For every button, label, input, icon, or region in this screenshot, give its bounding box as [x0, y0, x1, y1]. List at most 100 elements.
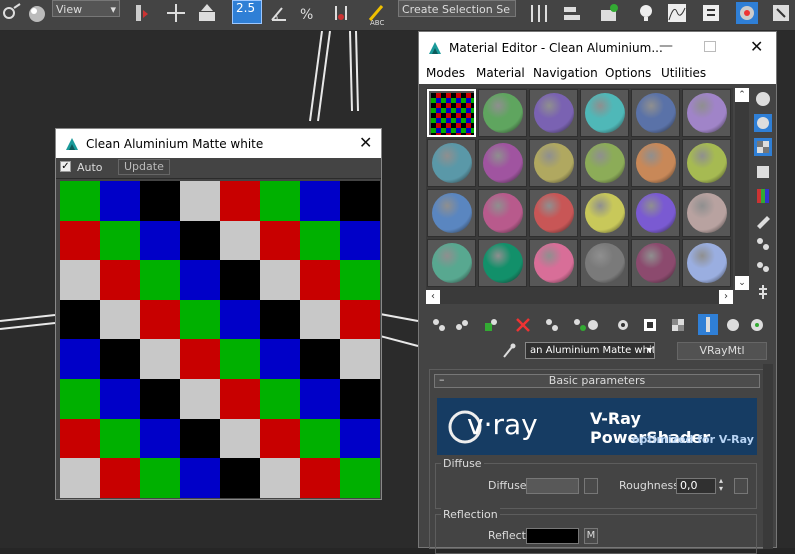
close-icon[interactable]: ✕ [750, 37, 763, 56]
checker-cell [60, 220, 100, 261]
roughness-map-button[interactable] [734, 478, 748, 494]
menu-material[interactable]: Material [476, 66, 525, 80]
show-end-result-icon[interactable] [670, 317, 686, 333]
collapse-minus-icon[interactable]: – [439, 374, 445, 386]
slots-vertical-scrollbar[interactable]: ⌃ ⌄ [735, 88, 749, 290]
minimize-icon[interactable]: — [659, 38, 673, 54]
get-material-icon[interactable] [431, 317, 447, 333]
menu-modes[interactable]: Modes [426, 66, 465, 80]
copy-material-icon[interactable] [544, 317, 560, 333]
backlight-icon[interactable] [754, 114, 772, 132]
material-slot[interactable] [682, 189, 731, 237]
go-forward-sibling-icon[interactable] [725, 317, 741, 333]
move-crosshair-icon[interactable] [165, 2, 187, 24]
sample-type-icon[interactable] [754, 90, 772, 108]
material-editor-icon[interactable] [736, 2, 758, 24]
diffuse-color-swatch[interactable] [526, 478, 579, 494]
rollout-header[interactable]: – Basic parameters [434, 374, 760, 388]
material-slot[interactable] [682, 239, 731, 287]
make-preview-icon[interactable] [754, 211, 772, 229]
material-map-navigator-icon[interactable] [754, 283, 772, 301]
mirror-icon[interactable] [528, 2, 550, 24]
diffuse-map-button[interactable] [584, 478, 598, 494]
pick-material-icon[interactable] [749, 317, 765, 333]
align-icon[interactable] [561, 2, 583, 24]
background-checker-icon[interactable] [754, 138, 772, 156]
material-slot[interactable] [631, 89, 680, 137]
material-id-icon[interactable] [615, 317, 631, 333]
material-slot[interactable] [427, 139, 476, 187]
assign-material-icon[interactable] [483, 317, 499, 333]
sample-uv-tiling-icon[interactable] [754, 163, 772, 181]
material-slot[interactable] [478, 239, 527, 287]
schematic-view-icon[interactable] [700, 2, 722, 24]
select-link-icon[interactable] [0, 2, 22, 24]
preview-titlebar[interactable]: Clean Aluminium Matte white ✕ [56, 129, 381, 158]
auto-checkbox[interactable]: ✓ [60, 161, 71, 172]
percent-snap-icon[interactable]: % [298, 2, 320, 24]
chevron-down-icon[interactable]: ▾ [647, 343, 652, 358]
material-slot[interactable] [682, 139, 731, 187]
angle-snap-icon[interactable] [268, 2, 290, 24]
update-button[interactable]: Update [118, 159, 170, 175]
reference-coordinate-select[interactable]: View ▾ [52, 0, 120, 17]
reflect-map-button[interactable]: M [584, 528, 598, 544]
spinner-snap-icon[interactable] [330, 2, 352, 24]
reset-map-icon[interactable] [515, 317, 531, 333]
material-slot[interactable] [478, 89, 527, 137]
roughness-field[interactable]: 0,0 [676, 478, 716, 494]
material-slot[interactable] [529, 239, 578, 287]
material-name-field[interactable]: an Aluminium Matte white ▾ [525, 342, 655, 359]
slots-horizontal-scrollbar[interactable]: ‹ › [426, 290, 733, 304]
material-slot[interactable] [478, 189, 527, 237]
put-material-icon[interactable] [454, 317, 470, 333]
select-by-material-icon[interactable] [754, 259, 772, 277]
material-slot[interactable] [580, 89, 629, 137]
material-editor-menubar: Modes Material Navigation Options Utilit… [419, 62, 776, 84]
material-slot[interactable] [529, 89, 578, 137]
parameters-scrollbar[interactable] [763, 364, 773, 549]
material-editor-titlebar[interactable]: Material Editor - Clean Aluminium... — ✕ [419, 32, 776, 62]
reflect-color-swatch[interactable] [526, 528, 579, 544]
material-type-button[interactable]: VRayMtl [677, 342, 767, 360]
chevron-up-icon[interactable]: ⌃ [735, 88, 749, 102]
menu-utilities[interactable]: Utilities [661, 66, 706, 80]
checker-preview [60, 181, 380, 498]
roughness-spinner[interactable]: ▴ ▾ [719, 477, 723, 493]
snap-toggle-button[interactable]: 2.5 [232, 0, 262, 24]
sphere-select-icon[interactable] [26, 2, 48, 24]
video-color-check-icon[interactable] [754, 187, 772, 205]
close-icon[interactable]: ✕ [359, 133, 372, 152]
material-slot[interactable] [529, 139, 578, 187]
curve-editor-icon[interactable] [666, 2, 688, 24]
render-setup-icon[interactable] [770, 2, 792, 24]
eyedropper-icon[interactable] [502, 343, 516, 359]
material-slot[interactable] [427, 189, 476, 237]
material-slot[interactable] [427, 89, 476, 137]
chevron-left-icon[interactable]: ‹ [426, 290, 440, 304]
material-slot[interactable] [529, 189, 578, 237]
menu-options[interactable]: Options [605, 66, 651, 80]
menu-navigation[interactable]: Navigation [533, 66, 598, 80]
named-selection-select[interactable]: Create Selection Se [398, 0, 516, 17]
material-slot[interactable] [631, 239, 680, 287]
material-slot[interactable] [580, 239, 629, 287]
layer-manager-icon[interactable] [598, 2, 620, 24]
put-to-library-icon[interactable] [585, 317, 601, 333]
material-slot[interactable] [580, 189, 629, 237]
pivot-icon[interactable] [130, 2, 152, 24]
chevron-down-icon[interactable]: ⌄ [735, 276, 749, 290]
material-slot[interactable] [427, 239, 476, 287]
material-slot[interactable] [631, 139, 680, 187]
go-to-parent-button[interactable] [698, 314, 718, 335]
show-shaded-icon[interactable] [642, 317, 658, 333]
toggle-ribbon-icon[interactable] [635, 2, 657, 24]
keyboard-shortcut-icon[interactable] [196, 2, 218, 24]
options-icon[interactable] [754, 235, 772, 253]
material-slot[interactable] [478, 139, 527, 187]
maximize-icon[interactable] [704, 41, 716, 52]
material-slot[interactable] [682, 89, 731, 137]
material-slot[interactable] [631, 189, 680, 237]
chevron-right-icon[interactable]: › [719, 290, 733, 304]
material-slot[interactable] [580, 139, 629, 187]
